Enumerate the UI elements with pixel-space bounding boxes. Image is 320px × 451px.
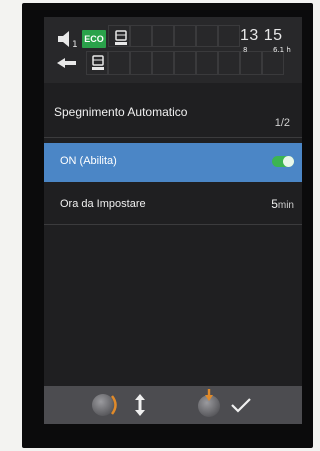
menu-title: Spegnimento Automatico	[54, 105, 188, 119]
menu-item-set-time[interactable]: Ora da Impostare 5min	[44, 188, 302, 224]
toggle-knob	[283, 156, 294, 167]
divider	[44, 224, 302, 225]
divider	[44, 137, 302, 138]
menu-item-label: Ora da Impostare	[60, 198, 146, 210]
bottom-control-bar	[44, 386, 302, 424]
display-screen: 1 ECO 13 15 8 6.1 h Spegnimento Automati…	[44, 17, 302, 424]
status-cell	[196, 51, 218, 75]
status-cell	[218, 51, 240, 75]
menu-item-value: 5min	[271, 197, 294, 211]
status-cell	[218, 25, 240, 47]
speed-number: 1	[72, 40, 78, 50]
status-cell	[152, 25, 174, 47]
clock-time: 13 15	[240, 27, 283, 44]
value-number: 5	[271, 197, 278, 211]
status-cell	[262, 51, 284, 75]
scroll-updown-icon	[135, 394, 145, 416]
fuel-icon	[57, 58, 76, 68]
engine-oil-icon	[115, 30, 127, 45]
value-unit: min	[277, 200, 294, 211]
status-cell	[174, 51, 196, 75]
status-cell	[130, 25, 152, 47]
status-bar: 1 ECO 13 15 8 6.1 h	[44, 17, 302, 83]
enable-toggle[interactable]	[272, 156, 294, 167]
status-cell	[196, 25, 218, 47]
status-cell	[108, 51, 130, 75]
menu-item-on-enable[interactable]: ON (Abilita)	[44, 143, 302, 182]
eco-mode-badge: ECO	[82, 30, 106, 48]
page-indicator: 1/2	[274, 117, 290, 129]
parking-brake-icon	[92, 55, 104, 70]
confirm-check-icon[interactable]	[230, 396, 252, 414]
rotate-arc-icon	[110, 395, 117, 415]
push-arrow-icon	[205, 389, 213, 401]
status-cell	[240, 51, 262, 75]
status-cell	[130, 51, 152, 75]
status-cell	[174, 25, 196, 47]
menu-item-label: ON (Abilita)	[60, 155, 117, 167]
status-cell	[152, 51, 174, 75]
engine-hours: 6.1 h	[273, 46, 291, 54]
date-digit: 8	[243, 46, 248, 54]
